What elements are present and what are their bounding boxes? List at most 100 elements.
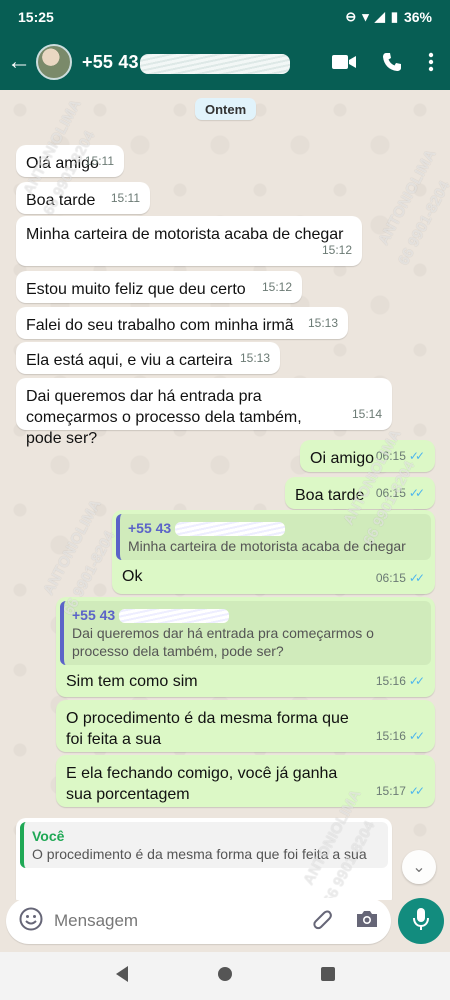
message-time: 06:15 [375,486,406,500]
back-nav-icon[interactable] [114,965,130,988]
more-vert-icon[interactable] [428,52,434,72]
message-input[interactable] [54,911,284,931]
redaction-scribble [119,609,230,624]
message-time: 15:11 [110,191,140,205]
quote-text: Dai queremos dar há entrada pra começarm… [72,625,374,659]
quote-author-text: +55 43 [72,607,116,623]
message-text: Ok [122,568,143,585]
reply-quote[interactable]: Você O procedimento é da mesma forma que… [20,822,388,868]
message-composer [6,898,391,944]
message-meta: 06:15 ✓✓ [376,483,425,504]
message-text: O procedimento é da mesma forma que foi … [66,710,349,748]
quote-author-text: +55 43 [128,520,172,536]
message-bubble[interactable]: Olá amigo 15:11 [16,145,124,177]
message-time: 06:15 [375,449,406,463]
message-bubble[interactable]: +55 43 Dai queremos dar há entrada pra c… [56,597,435,697]
message-time: 15:13 [239,351,270,365]
message-time: 15:12 [261,280,292,294]
message-text: Oi amigo [310,450,375,467]
avatar[interactable] [36,44,72,80]
message-bubble[interactable]: Oi amigo 06:15 ✓✓ [300,440,435,472]
message-text: Ela está aqui, e viu a carteira [26,352,233,369]
message-text: E ela fechando comigo, você já ganha sua… [66,765,338,803]
watermark-phone: 66 9901-8204 [395,178,450,268]
watermark: ANTONIOLIMA [375,147,440,248]
read-receipt-icon: ✓✓ [408,784,425,798]
message-bubble[interactable]: Você O procedimento é da mesma forma que… [16,818,392,900]
mic-button[interactable] [398,898,444,944]
signal-icon: ◢ [374,9,385,24]
dnd-icon: ⊖ [345,9,357,24]
watermark-name: ANTONIOLIMA [375,146,440,248]
message-time: 15:13 [307,316,338,330]
scroll-down-button[interactable]: ⌄ [402,850,436,884]
status-icons: ⊖ ▾ ◢ ▮ 36% [345,9,432,25]
message-time: 06:15 [375,571,406,585]
camera-icon[interactable] [355,909,379,934]
message-text: Boa tarde [26,192,96,209]
message-bubble[interactable]: O procedimento é da mesma forma que foi … [56,700,435,752]
quote-author: +55 43 [128,519,423,537]
chat-header: ← +55 43 [0,34,450,90]
message-bubble[interactable]: +55 43 Minha carteira de motorista acaba… [112,510,435,594]
message-time: 15:14 [351,407,382,421]
battery-icon: ▮ [390,9,398,24]
emoji-icon[interactable] [18,906,44,937]
read-receipt-icon: ✓✓ [408,449,425,463]
message-meta: 15:16 ✓✓ [376,671,425,692]
reply-quote[interactable]: +55 43 Dai queremos dar há entrada pra c… [60,601,431,665]
reply-quote[interactable]: +55 43 Minha carteira de motorista acaba… [116,514,431,560]
quote-author: +55 43 [72,606,423,624]
message-bubble[interactable]: Ela está aqui, e viu a carteira 15:13 [16,342,280,374]
mic-icon [412,907,430,936]
message-time: 15:17 [375,784,406,798]
message-text: Estou muito feliz que deu certo [26,281,246,298]
read-receipt-icon: ✓✓ [408,674,425,688]
watermark: 66 9901-8204 [395,178,450,268]
message-meta: 06:15 ✓✓ [376,446,425,467]
chevron-down-icon: ⌄ [412,859,426,876]
system-nav-bar [0,952,450,1000]
message-meta: 15:17 ✓✓ [376,781,425,802]
date-separator: Ontem [195,98,257,120]
wifi-icon: ▾ [362,9,369,24]
chat-area[interactable]: Ontem Olá amigo 15:11 Boa tarde 15:11 Mi… [0,90,450,900]
message-time: 15:16 [375,729,406,743]
message-text: Boa tarde [295,487,365,504]
header-actions [332,52,434,72]
video-call-icon[interactable] [332,54,356,70]
watermark: ANTONIOLIMA [40,497,105,598]
message-time: 15:16 [375,674,406,688]
message-text: Sim tem como sim [66,673,198,690]
status-time: 15:25 [18,9,54,25]
phone-icon[interactable] [382,52,402,72]
message-time: 15:11 [84,154,114,168]
read-receipt-icon: ✓✓ [408,486,425,500]
message-bubble[interactable]: Estou muito feliz que deu certo 15:12 [16,271,302,303]
message-bubble[interactable]: Boa tarde 06:15 ✓✓ [285,477,435,509]
watermark-name: ANTONIOLIMA [40,496,105,598]
message-time: 15:12 [321,243,352,257]
redaction-scribble [175,522,286,537]
message-bubble[interactable]: Falei do seu trabalho com minha irmã 15:… [16,307,348,339]
message-text: Minha carteira de motorista acaba de che… [26,226,344,243]
back-arrow-icon[interactable]: ← [2,48,36,76]
recents-nav-icon[interactable] [320,966,336,987]
message-bubble[interactable]: E ela fechando comigo, você já ganha sua… [56,755,435,807]
message-meta: 15:16 ✓✓ [376,726,425,747]
message-bubble[interactable]: Minha carteira de motorista acaba de che… [16,216,362,266]
message-bubble[interactable]: Dai queremos dar há entrada pra começarm… [16,378,392,447]
attach-icon[interactable] [311,908,333,935]
message-text: Falei do seu trabalho com minha irmã [26,317,294,334]
contact-name-text: +55 43 [82,51,139,72]
read-receipt-icon: ✓✓ [408,729,425,743]
read-receipt-icon: ✓✓ [408,571,425,585]
battery-percent: 36% [403,9,432,25]
message-bubble[interactable]: Boa tarde 15:11 [16,182,150,214]
message-meta: 06:15 ✓✓ [376,568,425,589]
contact-name[interactable]: +55 43 [82,51,290,74]
quote-author: Você [32,828,65,844]
status-bar: 15:25 ⊖ ▾ ◢ ▮ 36% [0,0,450,34]
message-text: Dai queremos dar há entrada pra começarm… [26,388,302,447]
home-nav-icon[interactable] [217,966,233,987]
